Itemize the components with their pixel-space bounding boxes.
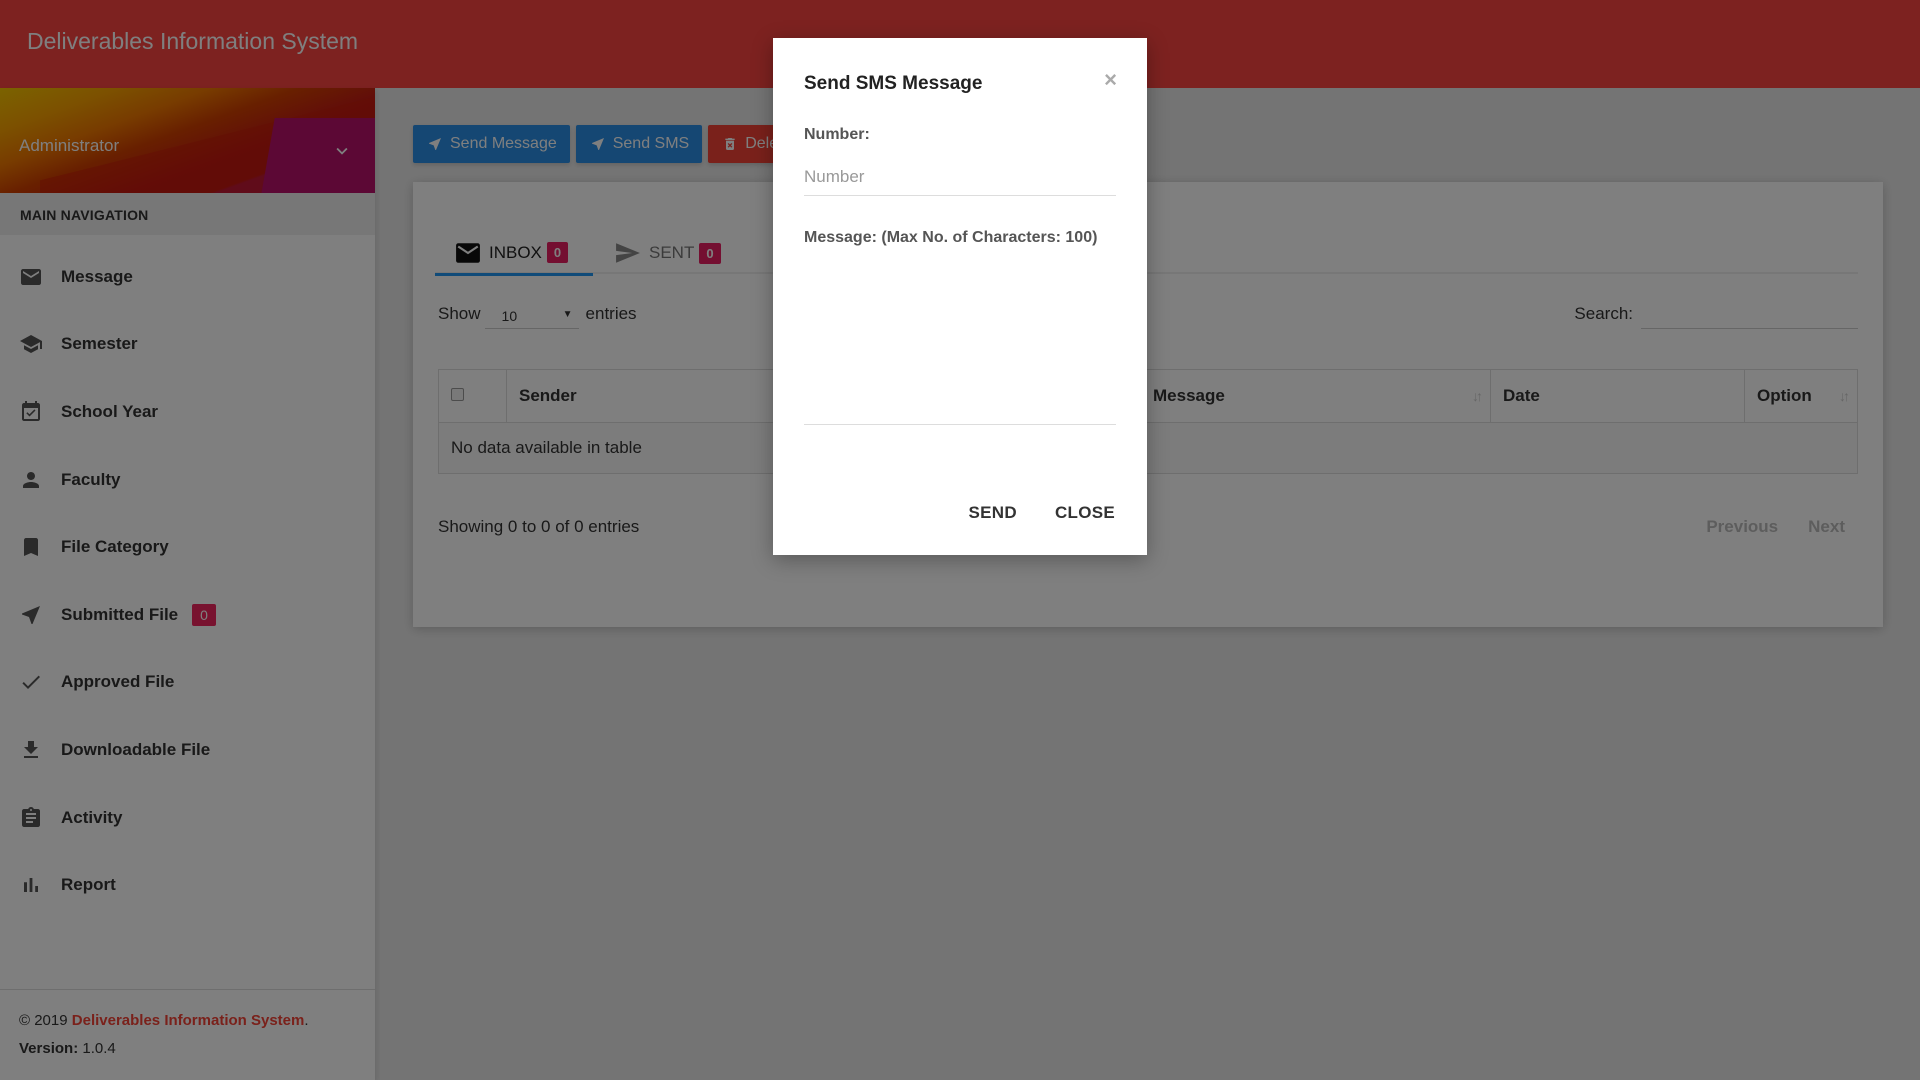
send-sms-modal: Send SMS Message × Number: Message: (Max… (773, 38, 1147, 555)
modal-title: Send SMS Message (804, 73, 983, 94)
send-button[interactable]: SEND (969, 503, 1017, 523)
message-textarea[interactable] (804, 283, 1116, 425)
number-input[interactable] (804, 159, 1116, 196)
modal-footer: SEND CLOSE (969, 503, 1116, 523)
close-button[interactable]: CLOSE (1055, 503, 1115, 523)
message-label: Message: (Max No. of Characters: 100) (804, 229, 1098, 246)
close-icon[interactable]: × (1104, 67, 1117, 93)
number-label: Number: (804, 126, 870, 143)
